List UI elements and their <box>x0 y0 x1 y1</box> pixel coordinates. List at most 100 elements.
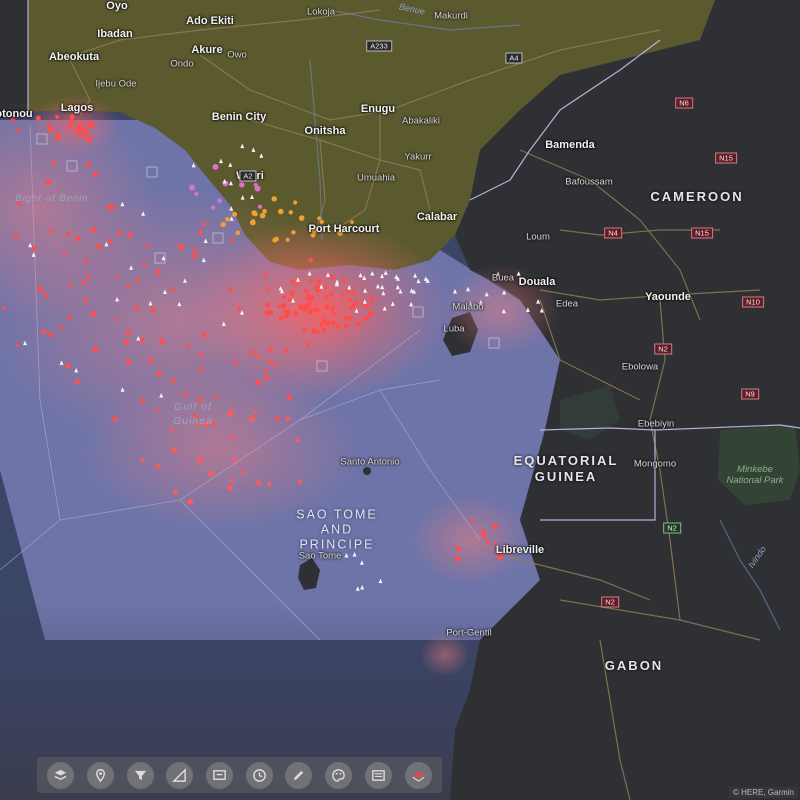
incident-point[interactable] <box>170 378 176 383</box>
incident-point[interactable] <box>286 394 293 401</box>
incident-point[interactable] <box>283 313 290 319</box>
incident-point[interactable] <box>74 379 80 385</box>
toolbar-basemap-button[interactable] <box>47 761 75 789</box>
incident-point[interactable] <box>145 244 150 248</box>
incident-point[interactable] <box>319 219 324 224</box>
incident-point[interactable] <box>295 438 300 443</box>
incident-point[interactable] <box>293 200 298 205</box>
incident-point[interactable] <box>314 284 321 291</box>
incident-point[interactable] <box>302 308 306 312</box>
incident-point[interactable] <box>282 295 287 300</box>
incident-point[interactable] <box>66 231 71 237</box>
incident-point[interactable] <box>316 330 320 334</box>
incident-point[interactable] <box>346 289 351 294</box>
incident-point[interactable] <box>148 357 154 363</box>
incident-point[interactable] <box>253 409 258 414</box>
incident-point[interactable] <box>68 283 73 288</box>
incident-point[interactable] <box>365 304 371 309</box>
incident-point[interactable] <box>268 359 273 365</box>
incident-point[interactable] <box>340 293 345 298</box>
incident-point[interactable] <box>96 243 102 250</box>
incident-point[interactable] <box>263 273 268 277</box>
incident-point[interactable] <box>292 310 298 317</box>
incident-point[interactable] <box>311 328 317 334</box>
incident-point[interactable] <box>306 342 311 347</box>
incident-point[interactable] <box>273 362 278 367</box>
incident-point[interactable] <box>92 346 99 353</box>
incident-point[interactable] <box>55 115 60 119</box>
incident-point[interactable] <box>291 230 296 235</box>
incident-point[interactable] <box>135 278 140 284</box>
incident-point[interactable] <box>2 306 7 311</box>
incident-point[interactable] <box>259 212 266 219</box>
incident-point[interactable] <box>126 284 131 289</box>
incident-point[interactable] <box>329 274 335 280</box>
incident-point[interactable] <box>212 164 219 170</box>
incident-point[interactable] <box>237 306 242 312</box>
incident-point[interactable] <box>16 343 20 348</box>
incident-point[interactable] <box>47 126 54 133</box>
incident-point[interactable] <box>322 285 327 290</box>
incident-point[interactable] <box>123 339 130 345</box>
incident-point[interactable] <box>67 315 72 321</box>
incident-point[interactable] <box>364 316 369 321</box>
incident-point[interactable] <box>62 252 67 257</box>
incident-point[interactable] <box>481 534 486 539</box>
incident-point[interactable] <box>211 421 217 427</box>
incident-point[interactable] <box>107 204 113 211</box>
incident-point[interactable] <box>367 311 374 317</box>
incident-point[interactable] <box>255 379 261 386</box>
incident-point[interactable] <box>249 416 256 422</box>
incident-point[interactable] <box>55 134 61 141</box>
incident-point[interactable] <box>92 171 98 178</box>
incident-point[interactable] <box>265 302 271 308</box>
incident-point[interactable] <box>470 519 474 523</box>
incident-point[interactable] <box>347 315 352 321</box>
incident-point[interactable] <box>115 274 119 279</box>
incident-point[interactable] <box>83 297 89 303</box>
incident-point[interactable] <box>229 238 234 243</box>
incident-point[interactable] <box>201 332 207 339</box>
incident-point[interactable] <box>493 541 498 546</box>
incident-point[interactable] <box>86 274 91 279</box>
incident-point[interactable] <box>48 332 54 338</box>
incident-point[interactable] <box>85 132 90 137</box>
incident-point[interactable] <box>350 220 354 224</box>
incident-point[interactable] <box>154 408 159 413</box>
incident-point[interactable] <box>43 293 49 298</box>
incident-point[interactable] <box>37 285 44 292</box>
incident-point[interactable] <box>91 227 97 233</box>
incident-point[interactable] <box>298 215 305 221</box>
incident-point[interactable] <box>288 210 293 215</box>
incident-point[interactable] <box>88 121 95 128</box>
incident-point[interactable] <box>297 479 303 484</box>
toolbar-measure-button[interactable] <box>166 761 194 789</box>
incident-point[interactable] <box>183 392 188 397</box>
incident-point[interactable] <box>170 287 175 292</box>
incident-point[interactable] <box>231 435 236 440</box>
incident-point[interactable] <box>271 196 277 202</box>
incident-point[interactable] <box>155 269 161 275</box>
incident-point[interactable] <box>201 222 206 227</box>
incident-point[interactable] <box>140 457 145 462</box>
incident-point[interactable] <box>285 416 291 422</box>
incident-point[interactable] <box>304 289 309 293</box>
incident-point[interactable] <box>254 185 261 192</box>
incident-point[interactable] <box>324 304 330 310</box>
incident-point[interactable] <box>268 347 274 352</box>
incident-point[interactable] <box>125 359 132 365</box>
incident-point[interactable] <box>140 398 146 403</box>
incident-point[interactable] <box>225 217 230 222</box>
incident-point[interactable] <box>220 221 226 228</box>
incident-point[interactable] <box>193 413 199 419</box>
incident-point[interactable] <box>263 375 270 382</box>
incident-point[interactable] <box>195 422 200 427</box>
incident-point[interactable] <box>263 369 268 373</box>
map-canvas[interactable] <box>0 0 800 800</box>
incident-point[interactable] <box>258 204 263 209</box>
incident-point[interactable] <box>112 416 119 423</box>
incident-point[interactable] <box>283 348 289 354</box>
incident-point[interactable] <box>125 330 131 336</box>
incident-point[interactable] <box>69 118 74 124</box>
incident-point[interactable] <box>217 198 222 203</box>
